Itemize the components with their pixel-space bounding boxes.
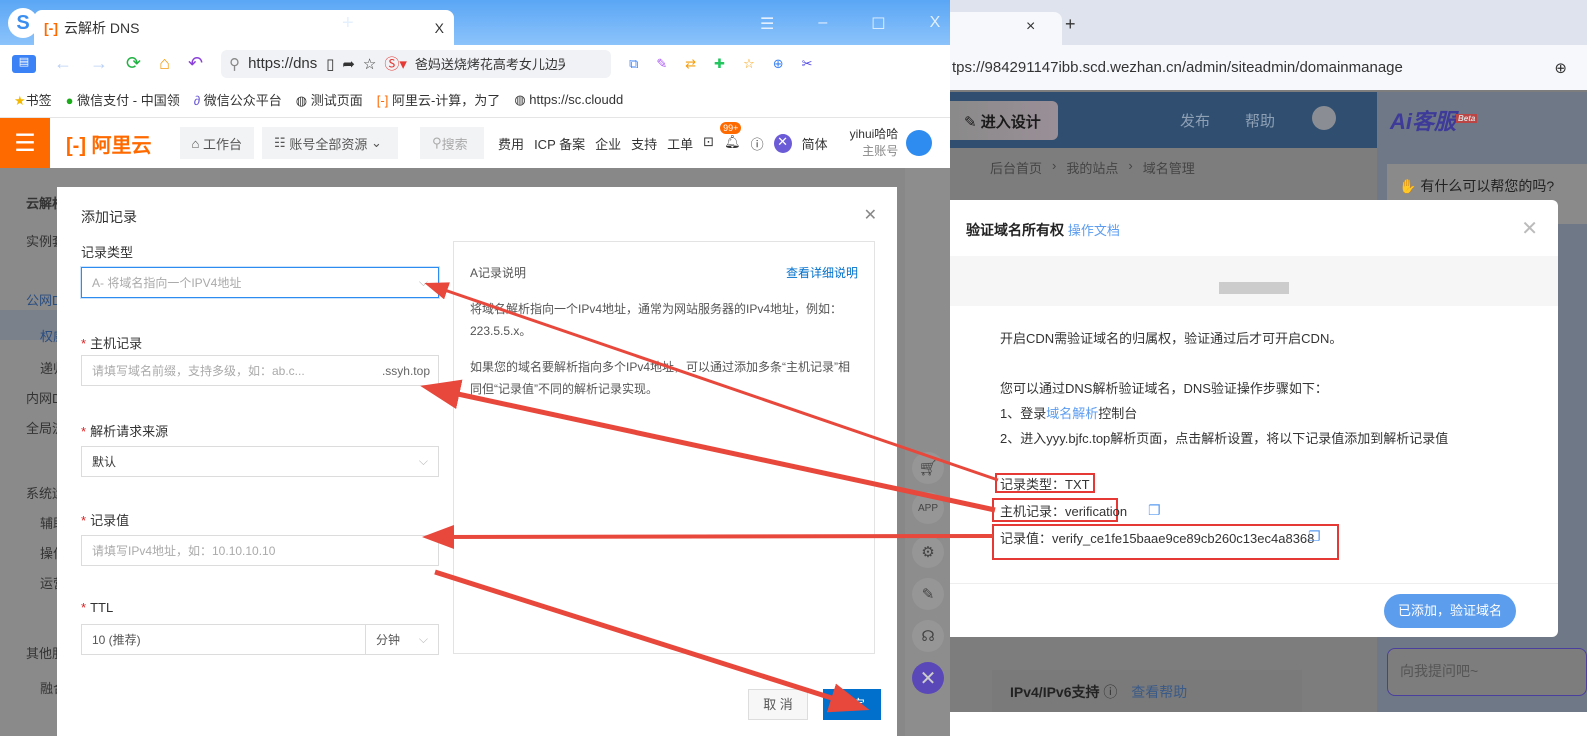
arrow-record-value	[422, 524, 994, 549]
annotation-arrows	[420, 282, 999, 713]
arrow-confirm	[434, 569, 870, 713]
